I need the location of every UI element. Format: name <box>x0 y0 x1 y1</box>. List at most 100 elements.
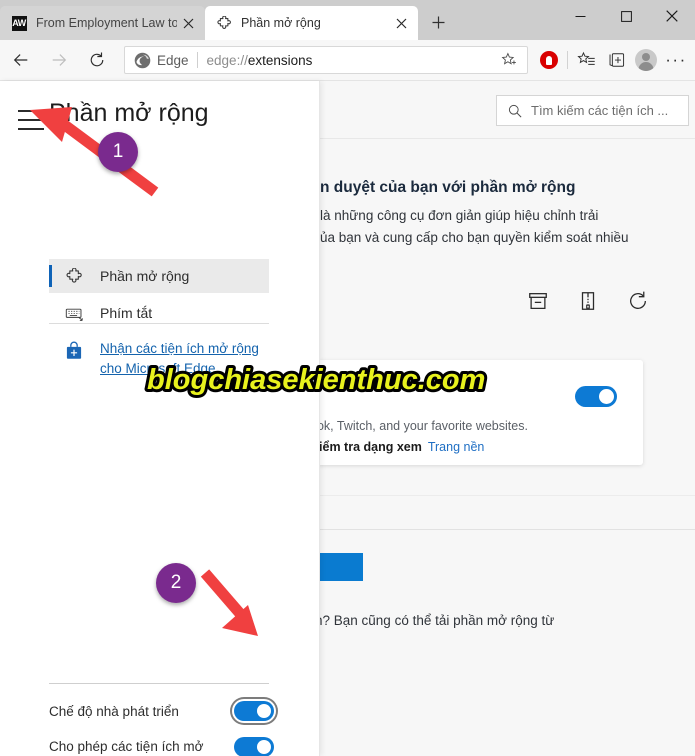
new-tab-button[interactable] <box>424 8 452 36</box>
developer-mode-toggle[interactable] <box>234 701 274 721</box>
toggle-knob <box>257 704 271 718</box>
settings-more-button[interactable]: ··· <box>661 45 691 75</box>
profile-avatar <box>635 49 657 71</box>
extensions-page-header: Tìm kiếm các tiện ích ... <box>320 81 695 139</box>
search-icon <box>508 104 522 117</box>
other-stores-row: Cho phép các tiện ích mở rộng từ các cửa… <box>49 737 274 756</box>
window-controls <box>557 0 695 32</box>
close-icon <box>396 18 406 28</box>
hero-description-line-1: là những công cụ đơn giản giúp hiệu chỉn… <box>320 208 599 223</box>
primary-action-button[interactable] <box>320 553 363 581</box>
annotation-badge-2: 2 <box>156 563 196 603</box>
more-dots-icon: ··· <box>665 50 687 69</box>
puzzle-icon-glyph <box>65 267 82 283</box>
sidebar-item-label: Phần mở rộng <box>100 268 190 284</box>
sidebar-item-label: Phím tắt <box>100 305 153 321</box>
tab-title: Phần mở rộng <box>241 16 321 30</box>
hero-description-line-2: ủa bạn và cung cấp cho bạn quyền kiểm so… <box>320 230 629 245</box>
omnibox-url[interactable]: edge://extensions <box>207 53 497 68</box>
sidebar-item-extensions[interactable]: Phần mở rộng <box>49 259 269 293</box>
store-bag-icon <box>66 341 82 359</box>
omnibox-site-label: Edge <box>157 52 189 68</box>
collections-icon <box>609 52 624 67</box>
content-divider-upper <box>320 495 695 496</box>
toggle-knob <box>257 740 271 754</box>
hamburger-menu-icon[interactable] <box>18 110 44 130</box>
star-add-icon <box>501 52 516 65</box>
tab-strip: AW From Employment Law to Sport Phần mở … <box>0 0 530 40</box>
toolbar-divider <box>567 51 568 69</box>
extension-card: ook, Twitch, and your favorite websites.… <box>320 360 643 465</box>
developer-mode-row: Chế độ nhà phát triển <box>49 701 274 721</box>
get-extensions-store-row[interactable]: Nhận các tiện ích mở rộng cho Microsoft … <box>49 339 289 379</box>
browser-window: AW From Employment Law to Sport Phần mở … <box>0 0 695 756</box>
toggle-switch-on[interactable] <box>575 386 617 407</box>
sidebar-item-shortcuts[interactable]: Phím tắt <box>49 296 269 330</box>
aw-favicon: AW <box>11 15 27 31</box>
tab-close-button[interactable] <box>390 12 412 34</box>
sidebar-divider-top <box>49 323 269 324</box>
search-extensions-box[interactable]: Tìm kiếm các tiện ích ... <box>496 95 689 126</box>
keyboard-icon <box>64 303 84 323</box>
collections-button[interactable] <box>601 45 631 75</box>
favorites-button[interactable] <box>571 45 601 75</box>
developer-mode-label: Chế độ nhà phát triển <box>49 703 179 719</box>
minimize-icon <box>575 15 585 17</box>
content-divider-lower <box>320 529 695 530</box>
other-stores-toggle[interactable] <box>234 737 274 756</box>
hero-title: n duyệt của bạn với phần mở rộng <box>320 179 576 196</box>
maximize-button[interactable] <box>603 0 649 32</box>
annotation-badge-1: 1 <box>98 132 138 172</box>
close-icon <box>183 18 193 28</box>
forward-button[interactable] <box>42 43 76 77</box>
zip-file-icon[interactable] <box>577 290 599 312</box>
extension-enable-toggle[interactable] <box>575 386 617 407</box>
ublock-extension-icon <box>540 51 558 69</box>
refresh-icon <box>90 52 104 67</box>
extensions-page-body: n duyệt của bạn với phần mở rộng là nhữn… <box>320 139 695 756</box>
close-window-button[interactable] <box>649 0 695 32</box>
ublock-inner-shape <box>546 55 552 65</box>
bottom-note-text: n? Bạn cũng có thể tải phần mở rộng từ <box>320 613 555 628</box>
other-stores-label: Cho phép các tiện ích mở rộng từ các cửa… <box>49 739 204 754</box>
address-bar[interactable]: Edge edge://extensions <box>124 46 528 74</box>
keyboard-icon-glyph <box>65 308 83 321</box>
forward-arrow-icon <box>52 54 67 66</box>
ublock-extension-button[interactable] <box>534 45 564 75</box>
avatar-head <box>642 52 650 61</box>
minimize-button[interactable] <box>557 0 603 32</box>
tab-employment-law[interactable]: AW From Employment Law to Sport <box>0 6 205 40</box>
developer-action-icons <box>527 290 649 312</box>
sidebar-title: Phần mở rộng <box>49 99 209 127</box>
plus-icon <box>432 16 444 28</box>
maximize-icon <box>620 10 632 22</box>
extension-subline-link[interactable]: Trang nền <box>428 440 485 454</box>
refresh-button[interactable] <box>80 43 114 77</box>
puzzle-icon <box>64 266 84 286</box>
unpack-box-icon[interactable] <box>527 290 549 312</box>
url-scheme: edge:// <box>206 52 248 68</box>
extension-subline: Kiểm tra dạng xem Trang nền <box>320 440 484 454</box>
omnibox-divider <box>196 52 198 68</box>
extension-subline-strong: Kiểm tra dạng xem <box>320 440 422 454</box>
tab-close-button[interactable] <box>177 12 199 34</box>
hamburger-line-2 <box>18 119 44 121</box>
puzzle-icon <box>216 15 232 31</box>
browser-toolbar: Edge edge://extensions ··· <box>0 40 695 81</box>
hamburger-line-3 <box>18 128 44 130</box>
back-button[interactable] <box>4 43 38 77</box>
puzzle-icon-glyph <box>216 15 231 29</box>
tab-extensions[interactable]: Phần mở rộng <box>205 6 418 40</box>
sidebar-divider-bottom <box>49 683 269 684</box>
favorites-icon <box>576 51 595 65</box>
reload-icon[interactable] <box>627 290 649 312</box>
url-path: extensions <box>247 52 313 68</box>
extensions-sidebar: Phần mở rộng Phần mở rộng Phím tắt Nhận … <box>0 81 320 756</box>
toggle-knob <box>599 389 614 404</box>
profile-button[interactable] <box>631 45 661 75</box>
add-favorite-button[interactable] <box>497 48 521 72</box>
edge-logo-icon <box>134 52 151 68</box>
selection-indicator <box>49 265 52 287</box>
tab-title: From Employment Law to Sport <box>36 16 177 30</box>
get-extensions-link[interactable]: Nhận các tiện ích mở rộng cho Microsoft … <box>100 339 260 379</box>
